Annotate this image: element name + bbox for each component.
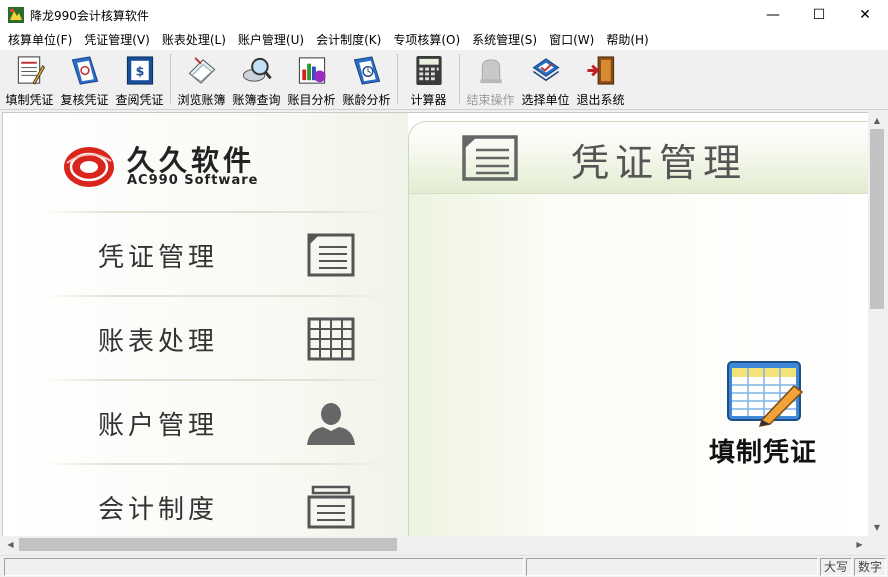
close-button[interactable]: ✕ <box>842 0 888 30</box>
menu-account-management[interactable]: 账户管理(U) <box>232 30 310 50</box>
calculator-label: 计算器 <box>410 93 447 107</box>
status-message-pane <box>4 558 524 576</box>
ledger-query-label: 账簿查询 <box>232 93 281 107</box>
status-bar: 大写 数字 <box>0 555 888 577</box>
toolbar-separator <box>397 54 398 104</box>
scroll-right-icon[interactable]: ▶ <box>851 536 868 553</box>
horizontal-scroll-thumb[interactable] <box>19 538 397 551</box>
scroll-left-icon[interactable]: ◀ <box>2 536 19 553</box>
toolbar-separator <box>170 54 171 104</box>
exit-system-button[interactable]: 退出系统 <box>573 50 628 108</box>
menu-system-management[interactable]: 系统管理(S) <box>466 30 543 50</box>
account-analysis-label: 账目分析 <box>287 93 336 107</box>
view-voucher-icon: $ <box>126 56 153 85</box>
menu-help[interactable]: 帮助(H) <box>600 30 654 50</box>
menu-bar: 核算单位(F) 凭证管理(V) 账表处理(L) 账户管理(U) 会计制度(K) … <box>0 30 888 50</box>
end-operation-button[interactable]: 结束操作 <box>463 50 518 108</box>
fill-voucher-entry[interactable]: 填制凭证 <box>698 358 828 468</box>
toolbar: 填制凭证 复核凭证 $ 查阅凭证 浏览账簿 账簿查询 账目分析 账龄分析 计算器… <box>0 50 888 110</box>
module-panel: 凭证管理 <box>408 121 868 536</box>
exit-system-label: 退出系统 <box>576 93 625 107</box>
calculator-icon <box>415 55 442 86</box>
panel-title: 凭证管理 <box>571 141 748 185</box>
nav-item-label: 凭证管理 <box>98 243 219 273</box>
fill-voucher-entry-label: 填制凭证 <box>708 438 817 468</box>
menu-report-processing[interactable]: 账表处理(L) <box>156 30 232 50</box>
minimize-button[interactable]: — <box>750 0 796 30</box>
menu-window[interactable]: 窗口(W) <box>543 30 600 50</box>
title-bar: 降龙990会计核算软件 — ☐ ✕ <box>0 0 888 30</box>
account-analysis-button[interactable]: 账目分析 <box>284 50 339 108</box>
scroll-down-icon[interactable]: ▼ <box>868 519 886 536</box>
nav-item-label: 账表处理 <box>98 327 219 357</box>
review-voucher-button[interactable]: 复核凭证 <box>57 50 112 108</box>
num-lock-indicator: 数字 <box>854 558 886 576</box>
nav-item-accounting-system[interactable]: 会计制度 <box>43 465 388 536</box>
menu-accounting-unit[interactable]: 核算单位(F) <box>2 30 78 50</box>
window-title: 降龙990会计核算软件 <box>30 8 149 23</box>
horizontal-scrollbar[interactable]: ◀ ▶ <box>2 536 868 553</box>
select-unit-icon <box>532 58 559 82</box>
left-navigation: 久久软件 AC990 Software 凭证管理 账表处理 账户管理 会计制度 <box>3 113 408 536</box>
fill-voucher-label: 填制凭证 <box>5 93 54 107</box>
calculator-button[interactable]: 计算器 <box>401 50 456 108</box>
view-voucher-label: 查阅凭证 <box>115 93 164 107</box>
main-content: 久久软件 AC990 Software 凭证管理 账表处理 账户管理 会计制度 … <box>2 112 868 536</box>
document-icon <box>307 485 355 529</box>
voucher-list-icon <box>462 135 518 181</box>
right-content-panel: 凭证管理 填制凭证 <box>408 113 868 536</box>
company-logo: 久久软件 AC990 Software <box>61 135 291 195</box>
review-voucher-label: 复核凭证 <box>60 93 109 107</box>
ledger-query-button[interactable]: 账簿查询 <box>229 50 284 108</box>
end-operation-icon <box>479 59 502 84</box>
logo-english-name: AC990 Software <box>127 173 259 188</box>
maximize-button[interactable]: ☐ <box>796 0 842 30</box>
scroll-up-icon[interactable]: ▲ <box>868 112 886 129</box>
svg-text:$: $ <box>135 63 144 78</box>
vertical-scrollbar[interactable]: ▲ ▼ <box>868 112 886 536</box>
menu-voucher-management[interactable]: 凭证管理(V) <box>78 30 156 50</box>
table-grid-icon <box>307 317 355 361</box>
nav-item-label: 会计制度 <box>98 495 219 525</box>
toolbar-separator <box>459 54 460 104</box>
browse-ledger-icon <box>188 57 215 84</box>
panel-header: 凭证管理 <box>409 122 868 194</box>
nav-item-voucher-management[interactable]: 凭证管理 <box>43 213 388 295</box>
nav-item-report-processing[interactable]: 账表处理 <box>43 297 388 379</box>
aging-analysis-label: 账龄分析 <box>342 93 391 107</box>
logo-disc-icon <box>64 147 114 187</box>
menu-special-accounting[interactable]: 专项核算(O) <box>387 30 466 50</box>
user-icon <box>307 403 355 445</box>
browse-ledger-button[interactable]: 浏览账簿 <box>174 50 229 108</box>
nav-item-label: 账户管理 <box>98 411 219 441</box>
fill-voucher-button[interactable]: 填制凭证 <box>2 50 57 108</box>
fill-voucher-icon <box>17 56 45 85</box>
voucher-list-icon <box>307 233 355 277</box>
spreadsheet-pencil-icon <box>727 361 804 427</box>
caps-lock-indicator: 大写 <box>820 558 852 576</box>
aging-analysis-icon <box>353 56 380 85</box>
menu-accounting-system[interactable]: 会计制度(K) <box>310 30 387 50</box>
vertical-scroll-thumb[interactable] <box>870 129 884 309</box>
end-operation-label: 结束操作 <box>466 93 515 107</box>
app-icon <box>8 7 24 23</box>
select-unit-label: 选择单位 <box>521 93 570 107</box>
account-analysis-icon <box>298 57 326 84</box>
status-info-pane <box>526 558 818 576</box>
browse-ledger-label: 浏览账簿 <box>177 93 226 107</box>
review-voucher-icon <box>71 56 98 85</box>
scrollbar-corner <box>868 536 886 553</box>
exit-system-icon <box>586 56 614 85</box>
nav-item-account-management[interactable]: 账户管理 <box>43 381 388 463</box>
aging-analysis-button[interactable]: 账龄分析 <box>339 50 394 108</box>
view-voucher-button[interactable]: $ 查阅凭证 <box>112 50 167 108</box>
select-unit-button[interactable]: 选择单位 <box>518 50 573 108</box>
ledger-query-icon <box>242 57 272 82</box>
